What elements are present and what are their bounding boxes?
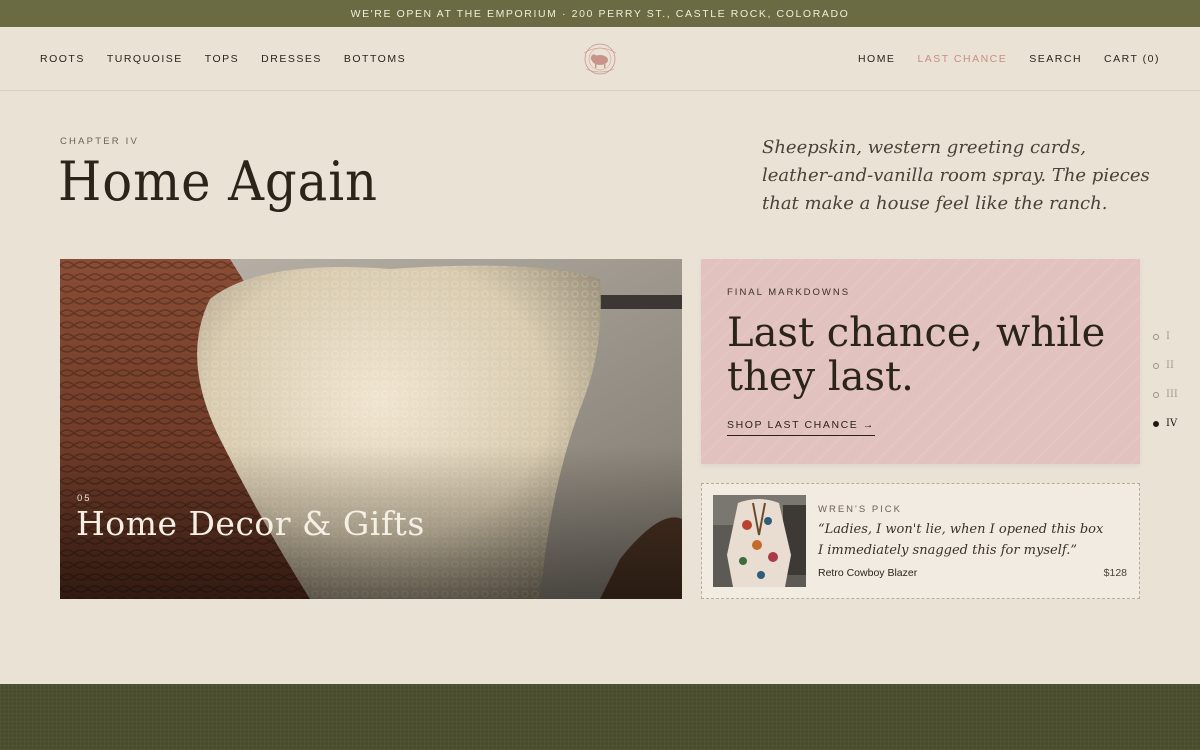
- hero-category-title[interactable]: Home Decor & Gifts: [76, 504, 425, 543]
- utility-nav: HOME LAST CHANCE SEARCH CART (0): [858, 27, 1160, 91]
- announcement-text: WE'RE OPEN AT THE EMPORIUM · 200 PERRY S…: [350, 7, 850, 20]
- hero-category-card[interactable]: [60, 259, 682, 599]
- page-title: Home Again: [58, 150, 378, 213]
- bison-seal-logo-icon[interactable]: [578, 41, 622, 77]
- nav-dresses[interactable]: DRESSES: [261, 53, 322, 65]
- pick-product-name[interactable]: Retro Cowboy Blazer: [818, 567, 917, 579]
- chapter-dot-label: II: [1166, 360, 1174, 371]
- nav-bottoms[interactable]: BOTTOMS: [344, 53, 406, 65]
- site-header: ROOTS TURQUOISE TOPS DRESSES BOTTOMS HOM…: [0, 27, 1200, 91]
- sheepskin-pillow-photo-icon: [60, 259, 682, 599]
- nav-roots[interactable]: ROOTS: [40, 53, 85, 65]
- chapter-dot-2[interactable]: II: [1153, 351, 1183, 380]
- pick-kicker: WREN'S PICK: [818, 504, 902, 515]
- chapter-dot-label: I: [1166, 331, 1170, 342]
- announcement-bar: WE'RE OPEN AT THE EMPORIUM · 200 PERRY S…: [0, 0, 1200, 27]
- footer-band: [0, 684, 1200, 750]
- nav-cart[interactable]: CART (0): [1104, 53, 1160, 65]
- nav-last-chance[interactable]: LAST CHANCE: [917, 53, 1007, 65]
- promo-title: Last chance, while they last.: [727, 310, 1106, 400]
- nav-home[interactable]: HOME: [858, 53, 896, 65]
- chapter-dot-label: IV: [1166, 418, 1178, 429]
- hero-category-number: 05: [77, 493, 92, 504]
- chapter-dot-1[interactable]: I: [1153, 322, 1183, 351]
- dot-icon: [1153, 391, 1159, 398]
- chapter-dot-label: III: [1166, 389, 1178, 400]
- chapter-label: CHAPTER IV: [60, 136, 140, 147]
- chapter-dot-4[interactable]: IV: [1153, 409, 1183, 438]
- nav-turquoise[interactable]: TURQUOISE: [107, 53, 183, 65]
- chapter-intro: Sheepskin, western greeting cards, leath…: [762, 137, 1150, 214]
- dot-icon: [1153, 362, 1159, 369]
- dot-icon: [1153, 420, 1159, 427]
- last-chance-promo: FINAL MARKDOWNS Last chance, while they …: [701, 259, 1140, 464]
- pick-quote: “Ladies, I won't lie, when I opened this…: [818, 522, 1104, 558]
- shop-last-chance-link[interactable]: SHOP LAST CHANCE →: [727, 419, 876, 436]
- staff-pick-card: WREN'S PICK “Ladies, I won't lie, when I…: [701, 483, 1140, 599]
- primary-nav: ROOTS TURQUOISE TOPS DRESSES BOTTOMS: [40, 27, 406, 91]
- cowboy-blazer-photo-icon[interactable]: [713, 495, 806, 587]
- chapter-dot-nav: I II III IV: [1153, 322, 1183, 438]
- nav-search[interactable]: SEARCH: [1029, 53, 1082, 65]
- pick-product-price: $128: [1103, 567, 1127, 579]
- dot-icon: [1153, 333, 1159, 340]
- promo-kicker: FINAL MARKDOWNS: [727, 287, 851, 298]
- chapter-dot-3[interactable]: III: [1153, 380, 1183, 409]
- nav-tops[interactable]: TOPS: [205, 53, 239, 65]
